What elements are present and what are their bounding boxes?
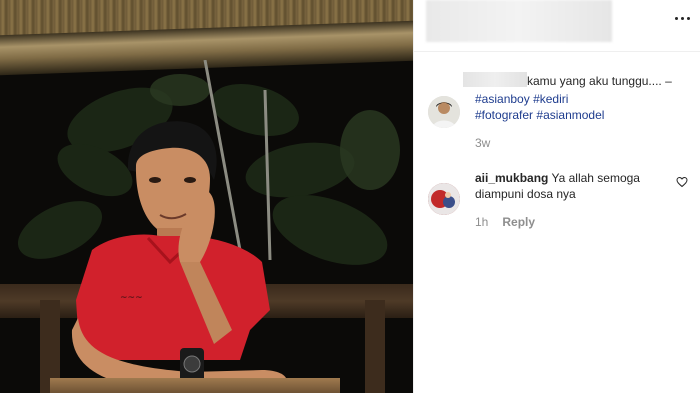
ellipsis-icon[interactable] [671, 10, 693, 26]
redacted-username [463, 72, 527, 87]
hashtag-link[interactable]: #fotografer [475, 108, 533, 122]
hashtag-link[interactable]: #asianboy [475, 92, 530, 106]
person-figure: ~~~ [71, 121, 287, 392]
hashtag-line: #fotografer #asianmodel [475, 108, 604, 122]
redacted-username [426, 0, 612, 42]
caption-text: kamu yang aku tunggu.... – [527, 74, 672, 88]
comment-timestamp[interactable]: 1h [475, 215, 488, 229]
reply-button[interactable]: Reply [502, 215, 535, 229]
comment-username[interactable]: aii_mukbang [475, 171, 548, 185]
comment-meta: 1h Reply [475, 215, 535, 229]
heart-icon[interactable] [676, 176, 688, 188]
avatar[interactable] [428, 96, 460, 128]
hashtag-link[interactable]: #kediri [533, 92, 568, 106]
svg-text:~~~: ~~~ [120, 293, 143, 303]
comment-text: aii_mukbang Ya allah semoga diampuni dos… [475, 170, 665, 202]
post-header [414, 0, 700, 52]
caption-timestamp[interactable]: 3w [475, 136, 490, 150]
hashtag-line: #asianboy #kediri [475, 92, 568, 106]
wooden-table [50, 378, 340, 393]
avatar[interactable] [428, 183, 460, 215]
hashtag-link[interactable]: #asianmodel [536, 108, 604, 122]
post-photo[interactable]: ~~~ [0, 0, 413, 393]
comments-panel: kamu yang aku tunggu.... – #asianboy #ke… [413, 0, 700, 393]
